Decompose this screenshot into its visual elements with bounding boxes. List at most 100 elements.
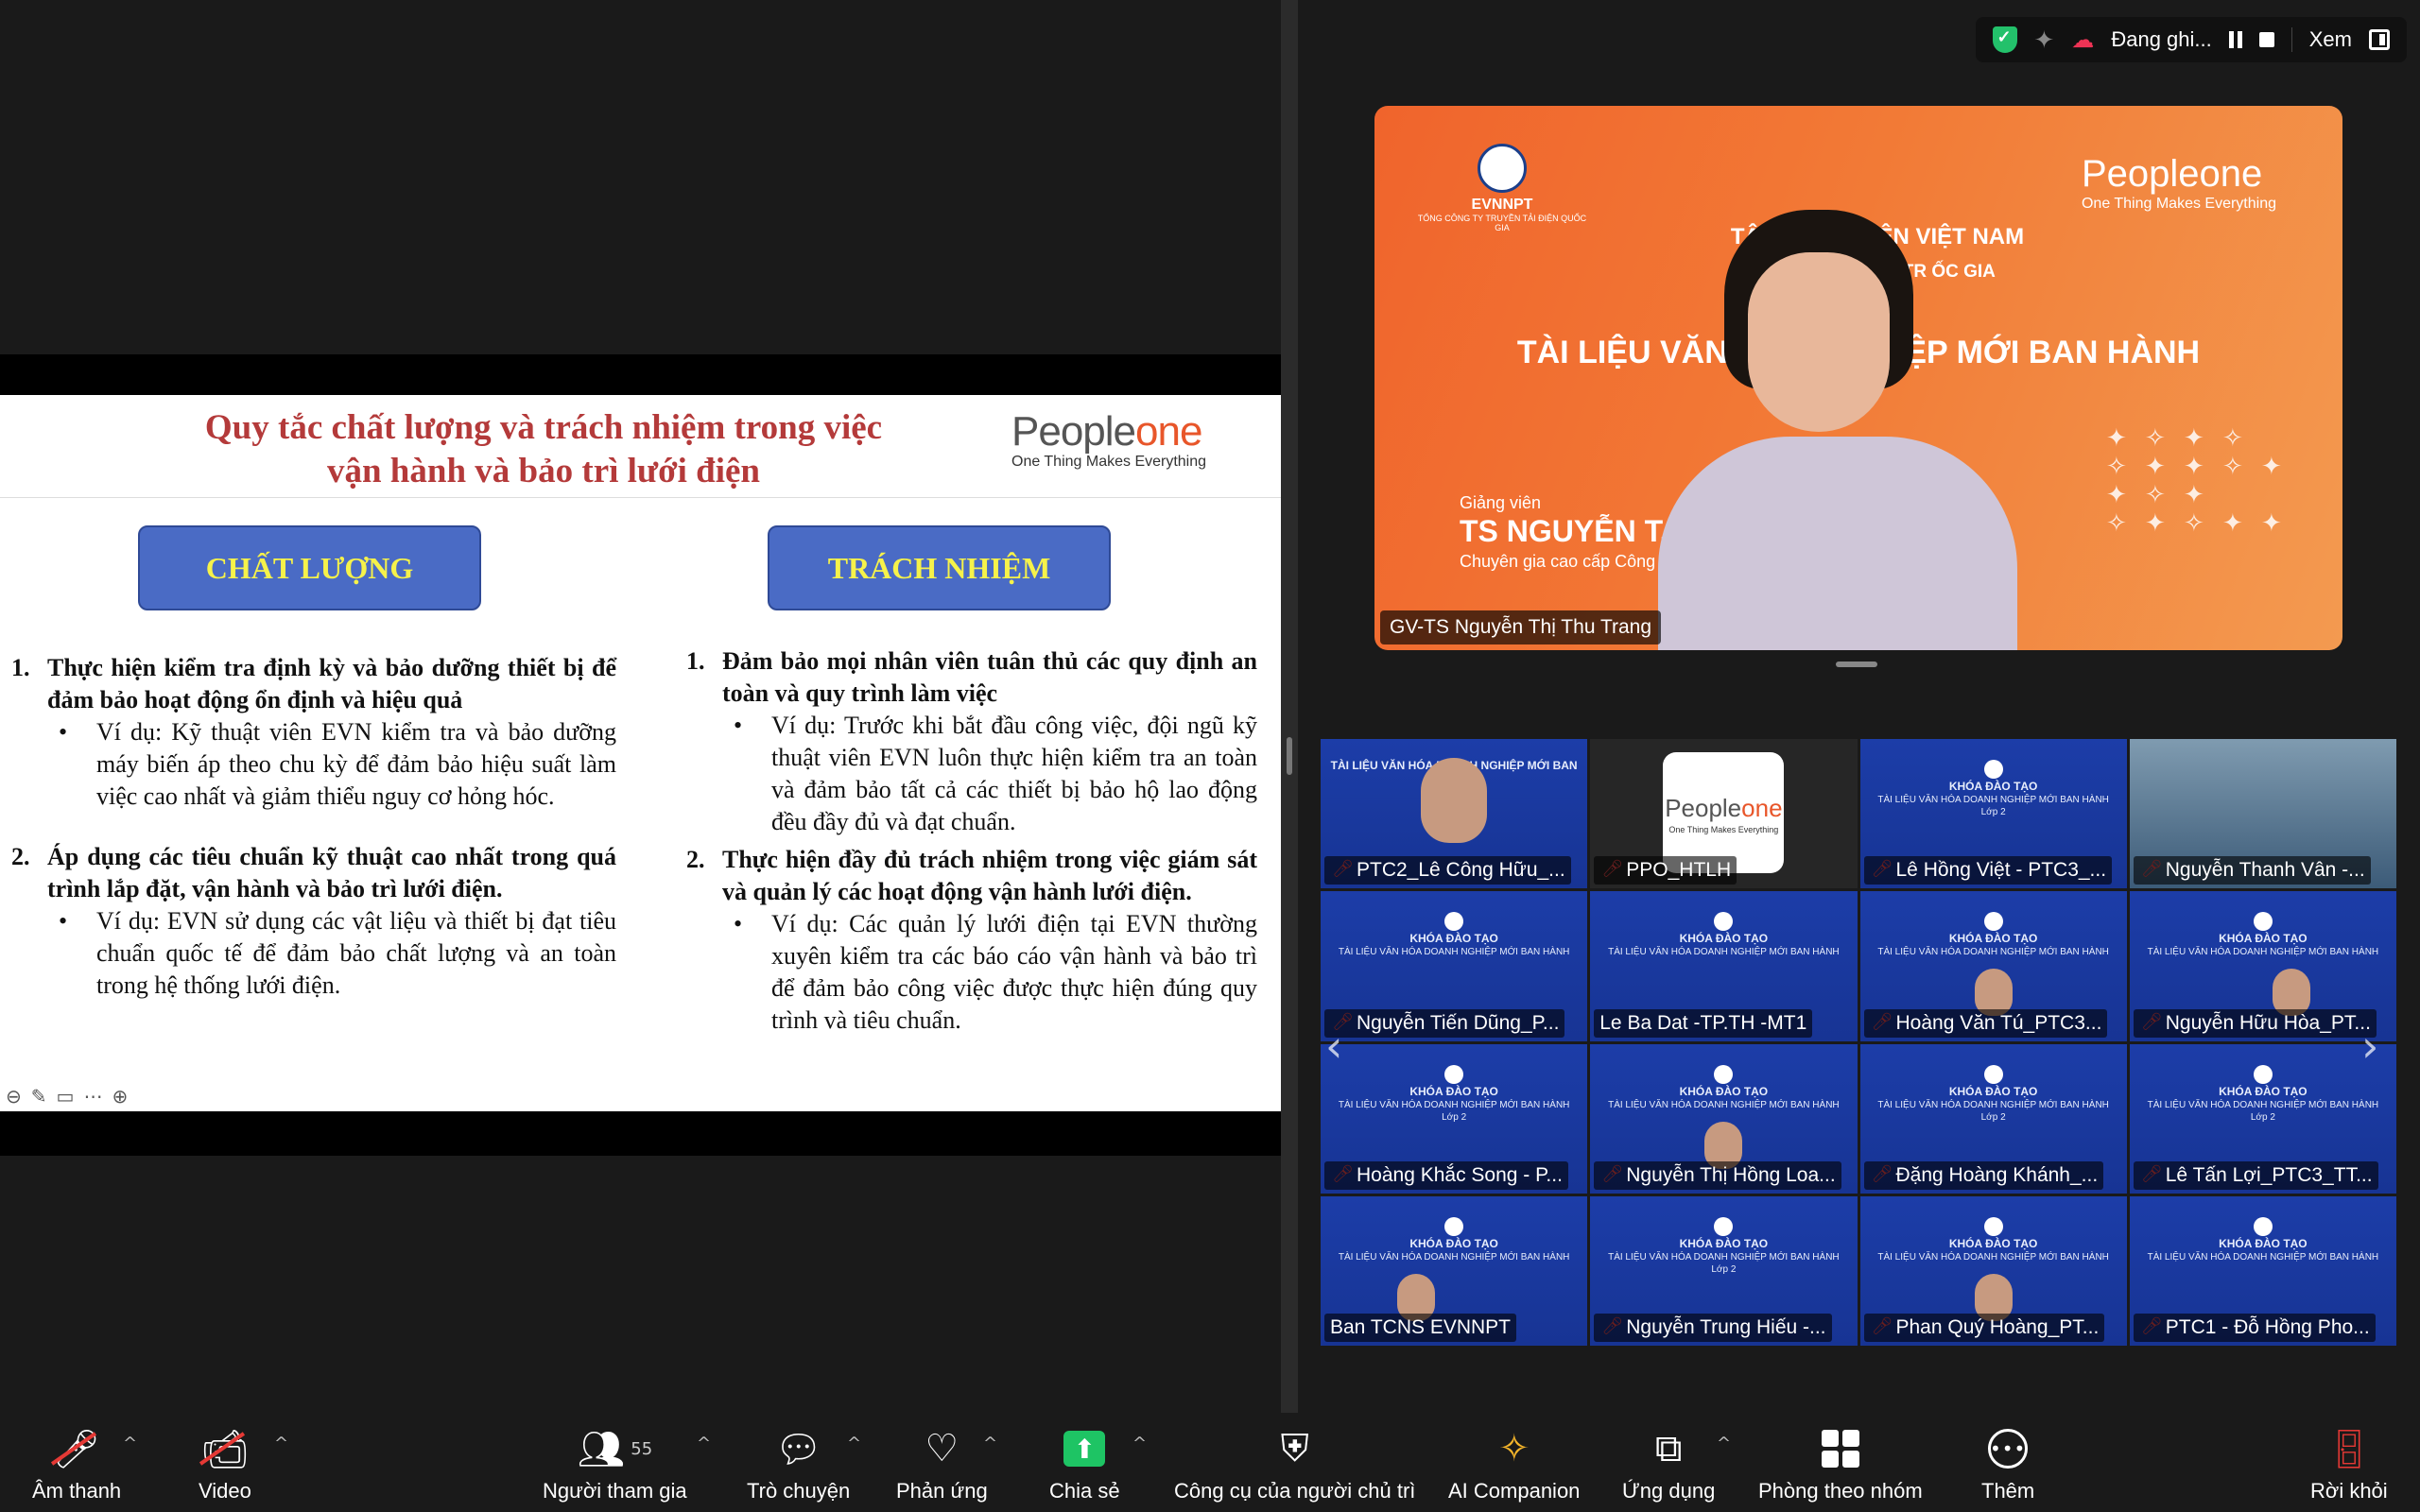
logo-text-b: one	[2199, 153, 2263, 195]
tile-bg-text: Lớp 2	[1711, 1263, 1737, 1275]
participant-tile[interactable]: KHÓA ĐÀO TẠO TÀI LIỆU VĂN HÓA DOANH NGHIỆ…	[1859, 1043, 2127, 1194]
tile-bg-text: TÀI LIỆU VĂN HÓA DOANH NGHIỆP MỚI BAN HÀ…	[1877, 947, 2109, 958]
view-layout-icon[interactable]	[2369, 29, 2390, 50]
peopleone-logo: Peopleone One Thing Makes Everything	[1011, 408, 1206, 471]
tile-bg-text: TÀI LIỆU VĂN HÓA DOANH NGHIỆP MỚI BAN HÀ…	[2147, 1099, 2379, 1110]
video-resize-handle[interactable]	[1836, 662, 1877, 667]
ai-companion-button[interactable]: ✧ AI Companion	[1448, 1422, 1580, 1503]
next-slide-icon[interactable]: ⊕	[112, 1085, 128, 1108]
breakout-rooms-icon	[1821, 1422, 1859, 1475]
participant-name: Lê Tấn Lợi_PTC3_TT...	[2133, 1160, 2378, 1190]
gallery-next-arrow-icon[interactable]: ›	[2361, 1021, 2378, 1072]
participant-tile[interactable]: KHÓA ĐÀO TẠO TÀI LIỆU VĂN HÓA DOANH NGHIỆ…	[1321, 1195, 1588, 1346]
chat-icon: 💬︎	[774, 1427, 823, 1471]
participants-options-caret-icon[interactable]: ^	[697, 1434, 711, 1453]
participant-tile[interactable]: 🎤︎ Nguyễn Thanh Vân -...	[2129, 739, 2396, 889]
tile-bg-text: TÀI LIỆU VĂN HÓA DOANH NGHIỆP MỚI BAN HÀ…	[1338, 1099, 1570, 1110]
evn-emblem-icon	[1714, 912, 1734, 932]
tile-bg-text: KHÓA ĐÀO TẠO	[1679, 1236, 1769, 1250]
leave-button[interactable]: 🚪︎ Rời khỏi	[2310, 1422, 2388, 1503]
evn-emblem-icon	[2253, 1064, 2273, 1084]
pause-recording-icon[interactable]	[2228, 31, 2242, 48]
tile-bg-text: Lớp 2	[1442, 1111, 1467, 1123]
participant-tile[interactable]: KHÓA ĐÀO TẠO TÀI LIỆU VĂN HÓA DOANH NGHIỆ…	[2129, 1195, 2396, 1346]
pen-icon[interactable]: ✎	[31, 1085, 47, 1108]
separator	[2290, 27, 2292, 52]
participant-tile[interactable]: KHÓA ĐÀO TẠO TÀI LIỆU VĂN HÓA DOANH NGHIỆ…	[1321, 891, 1588, 1041]
participant-tile[interactable]: KHÓA ĐÀO TẠO TÀI LIỆU VĂN HÓA DOANH NGHIỆ…	[2129, 1043, 2396, 1194]
participants-button[interactable]: 👥︎ 55 Người tham gia	[543, 1422, 687, 1503]
logo-text-b: one	[1741, 794, 1783, 822]
tile-bg-text: KHÓA ĐÀO TẠO	[2219, 932, 2308, 946]
heart-icon: ♡	[925, 1427, 959, 1470]
active-speaker-video[interactable]: EVNNPT TỔNG CÔNG TY TRUYỀN TẢI ĐIỆN QUỐC…	[1374, 106, 2342, 650]
responsibility-item: 1. Đảm bảo mọi nhân viên tuân thủ các qu…	[686, 645, 1257, 710]
video-button[interactable]: 📹︎ Video	[199, 1422, 251, 1503]
tile-bg-text: KHÓA ĐÀO TẠO	[1948, 932, 2038, 946]
host-tools-button[interactable]: ⛨ Công cụ của người chủ trì	[1174, 1422, 1415, 1503]
split-divider-handle[interactable]	[1287, 737, 1292, 775]
tile-bg-text: TÀI LIỆU VĂN HÓA DOANH NGHIỆP MỚI BAN HÀ…	[1877, 795, 2109, 805]
participant-name: Hoàng Văn Tú_PTC3...	[1863, 1008, 2108, 1038]
participant-tile[interactable]: KHÓA ĐÀO TẠO TÀI LIỆU VĂN HÓA DOANH NGHIỆ…	[1321, 1043, 1588, 1194]
participant-name: PTC2_Lê Công Hữu_...	[1324, 856, 1571, 885]
prev-slide-icon[interactable]: ⊖	[6, 1085, 22, 1108]
leave-door-icon: 🚪︎	[2325, 1427, 2374, 1471]
audio-options-caret-icon[interactable]: ^	[123, 1434, 137, 1453]
reactions-options-caret-icon[interactable]: ^	[983, 1434, 997, 1453]
tile-bg-text: TÀI LIỆU VĂN HÓA DOANH NGHIỆP MỚI BAN HÀ…	[1608, 947, 1840, 958]
participant-name: Nguyễn Hữu Hòa_PT...	[2133, 1008, 2377, 1038]
evn-emblem-icon	[1983, 912, 2003, 932]
participant-name: Lê Hồng Việt - PTC3_...	[1863, 856, 2113, 885]
evn-emblem-icon	[2253, 912, 2273, 932]
participant-tile[interactable]: KHÓA ĐÀO TẠO TÀI LIỆU VĂN HÓA DOANH NGHIỆ…	[1590, 1195, 1858, 1346]
tile-bg-text: KHÓA ĐÀO TẠO	[2219, 1236, 2308, 1250]
shared-screen-area: Quy tắc chất lượng và trách nhiệm trong …	[0, 0, 1281, 1413]
audio-button[interactable]: 🎤︎ Âm thanh	[32, 1422, 121, 1503]
participant-tile[interactable]: KHÓA ĐÀO TẠO TÀI LIỆU VĂN HÓA DOANH NGHIỆ…	[1590, 1043, 1858, 1194]
evn-emblem-icon	[1983, 1216, 2003, 1236]
more-options-icon[interactable]: ⋯	[83, 1085, 102, 1108]
apps-options-caret-icon[interactable]: ^	[1717, 1434, 1731, 1453]
stop-recording-icon[interactable]	[2258, 32, 2274, 47]
share-options-caret-icon[interactable]: ^	[1132, 1434, 1147, 1453]
chat-button[interactable]: 💬︎ Trò chuyện	[747, 1422, 850, 1503]
apps-button[interactable]: ⧉ Ứng dụng	[1622, 1422, 1715, 1503]
video-options-caret-icon[interactable]: ^	[274, 1434, 288, 1453]
slide-controls: ⊖ ✎ ▭ ⋯ ⊕	[6, 1085, 128, 1108]
captions-icon[interactable]: ▭	[57, 1085, 75, 1108]
ai-sparkle-icon[interactable]: ✦	[2034, 26, 2055, 55]
tile-bg-text: KHÓA ĐÀO TẠO	[1679, 1084, 1769, 1098]
evnnpt-logo: EVNNPT TỔNG CÔNG TY TRUYỀN TẢI ĐIỆN QUỐC…	[1412, 144, 1592, 232]
peopleone-logo: Peopleone One Thing Makes Everything	[2082, 153, 2276, 213]
share-button[interactable]: ⬆ Chia sẻ	[1049, 1422, 1120, 1503]
apps-label: Ứng dụng	[1622, 1479, 1716, 1503]
gallery-prev-arrow-icon[interactable]: ‹	[1325, 1021, 1342, 1072]
view-button[interactable]: Xem	[2309, 27, 2352, 52]
chat-options-caret-icon[interactable]: ^	[847, 1434, 861, 1453]
ai-sparkle-icon: ✧	[1497, 1427, 1530, 1470]
participant-tile[interactable]: TÀI LIỆU VĂN HÓA DOANH NGHIỆP MỚI BAN HÀ…	[1321, 739, 1588, 889]
participant-tile[interactable]: KHÓA ĐÀO TẠO TÀI LIỆU VĂN HÓA DOANH NGHIỆ…	[1859, 1195, 2127, 1346]
item-number: 1.	[11, 654, 30, 681]
split-divider[interactable]	[1281, 0, 1298, 1413]
participant-tile[interactable]: KHÓA ĐÀO TẠO TÀI LIỆU VĂN HÓA DOANH NGHIỆ…	[1859, 891, 2127, 1041]
recording-status: Đang ghi...	[2111, 27, 2212, 51]
participant-tile[interactable]: KHÓA ĐÀO TẠO TÀI LIỆU VĂN HÓA DOANH NGHIỆ…	[1590, 891, 1858, 1041]
muted-microphone-icon: 🎤︎	[50, 1422, 100, 1475]
more-button[interactable]: ••• Thêm	[1981, 1422, 2034, 1503]
item-text: Áp dụng các tiêu chuẩn kỹ thuật cao nhất…	[47, 843, 616, 902]
tile-bg-text: KHÓA ĐÀO TẠO	[1948, 1236, 2038, 1250]
participant-tile[interactable]: KHÓA ĐÀO TẠO TÀI LIỆU VĂN HÓA DOANH NGHIỆ…	[1859, 739, 2127, 889]
security-shield-icon[interactable]	[1992, 26, 2017, 53]
slide-title: Quy tắc chất lượng và trách nhiệm trong …	[142, 406, 945, 493]
example-text: Ví dụ: EVN sử dụng các vật liệu và thiết…	[96, 907, 616, 999]
evn-emblem-icon	[2253, 1216, 2273, 1236]
example-bullet: • Ví dụ: Kỹ thuật viên EVN kiểm tra và b…	[11, 716, 616, 813]
reactions-button[interactable]: ♡ Phản ứng	[896, 1422, 988, 1503]
evn-emblem-icon	[1478, 144, 1527, 193]
participant-name: Ban TCNS EVNNPT	[1324, 1314, 1516, 1342]
breakout-rooms-button[interactable]: Phòng theo nhóm	[1758, 1422, 1923, 1503]
participant-tile[interactable]: PeopleoneOne Thing Makes Everything 🎤︎ P…	[1590, 739, 1858, 889]
participant-tile[interactable]: KHÓA ĐÀO TẠO TÀI LIỆU VĂN HÓA DOANH NGHIỆ…	[2129, 891, 2396, 1041]
